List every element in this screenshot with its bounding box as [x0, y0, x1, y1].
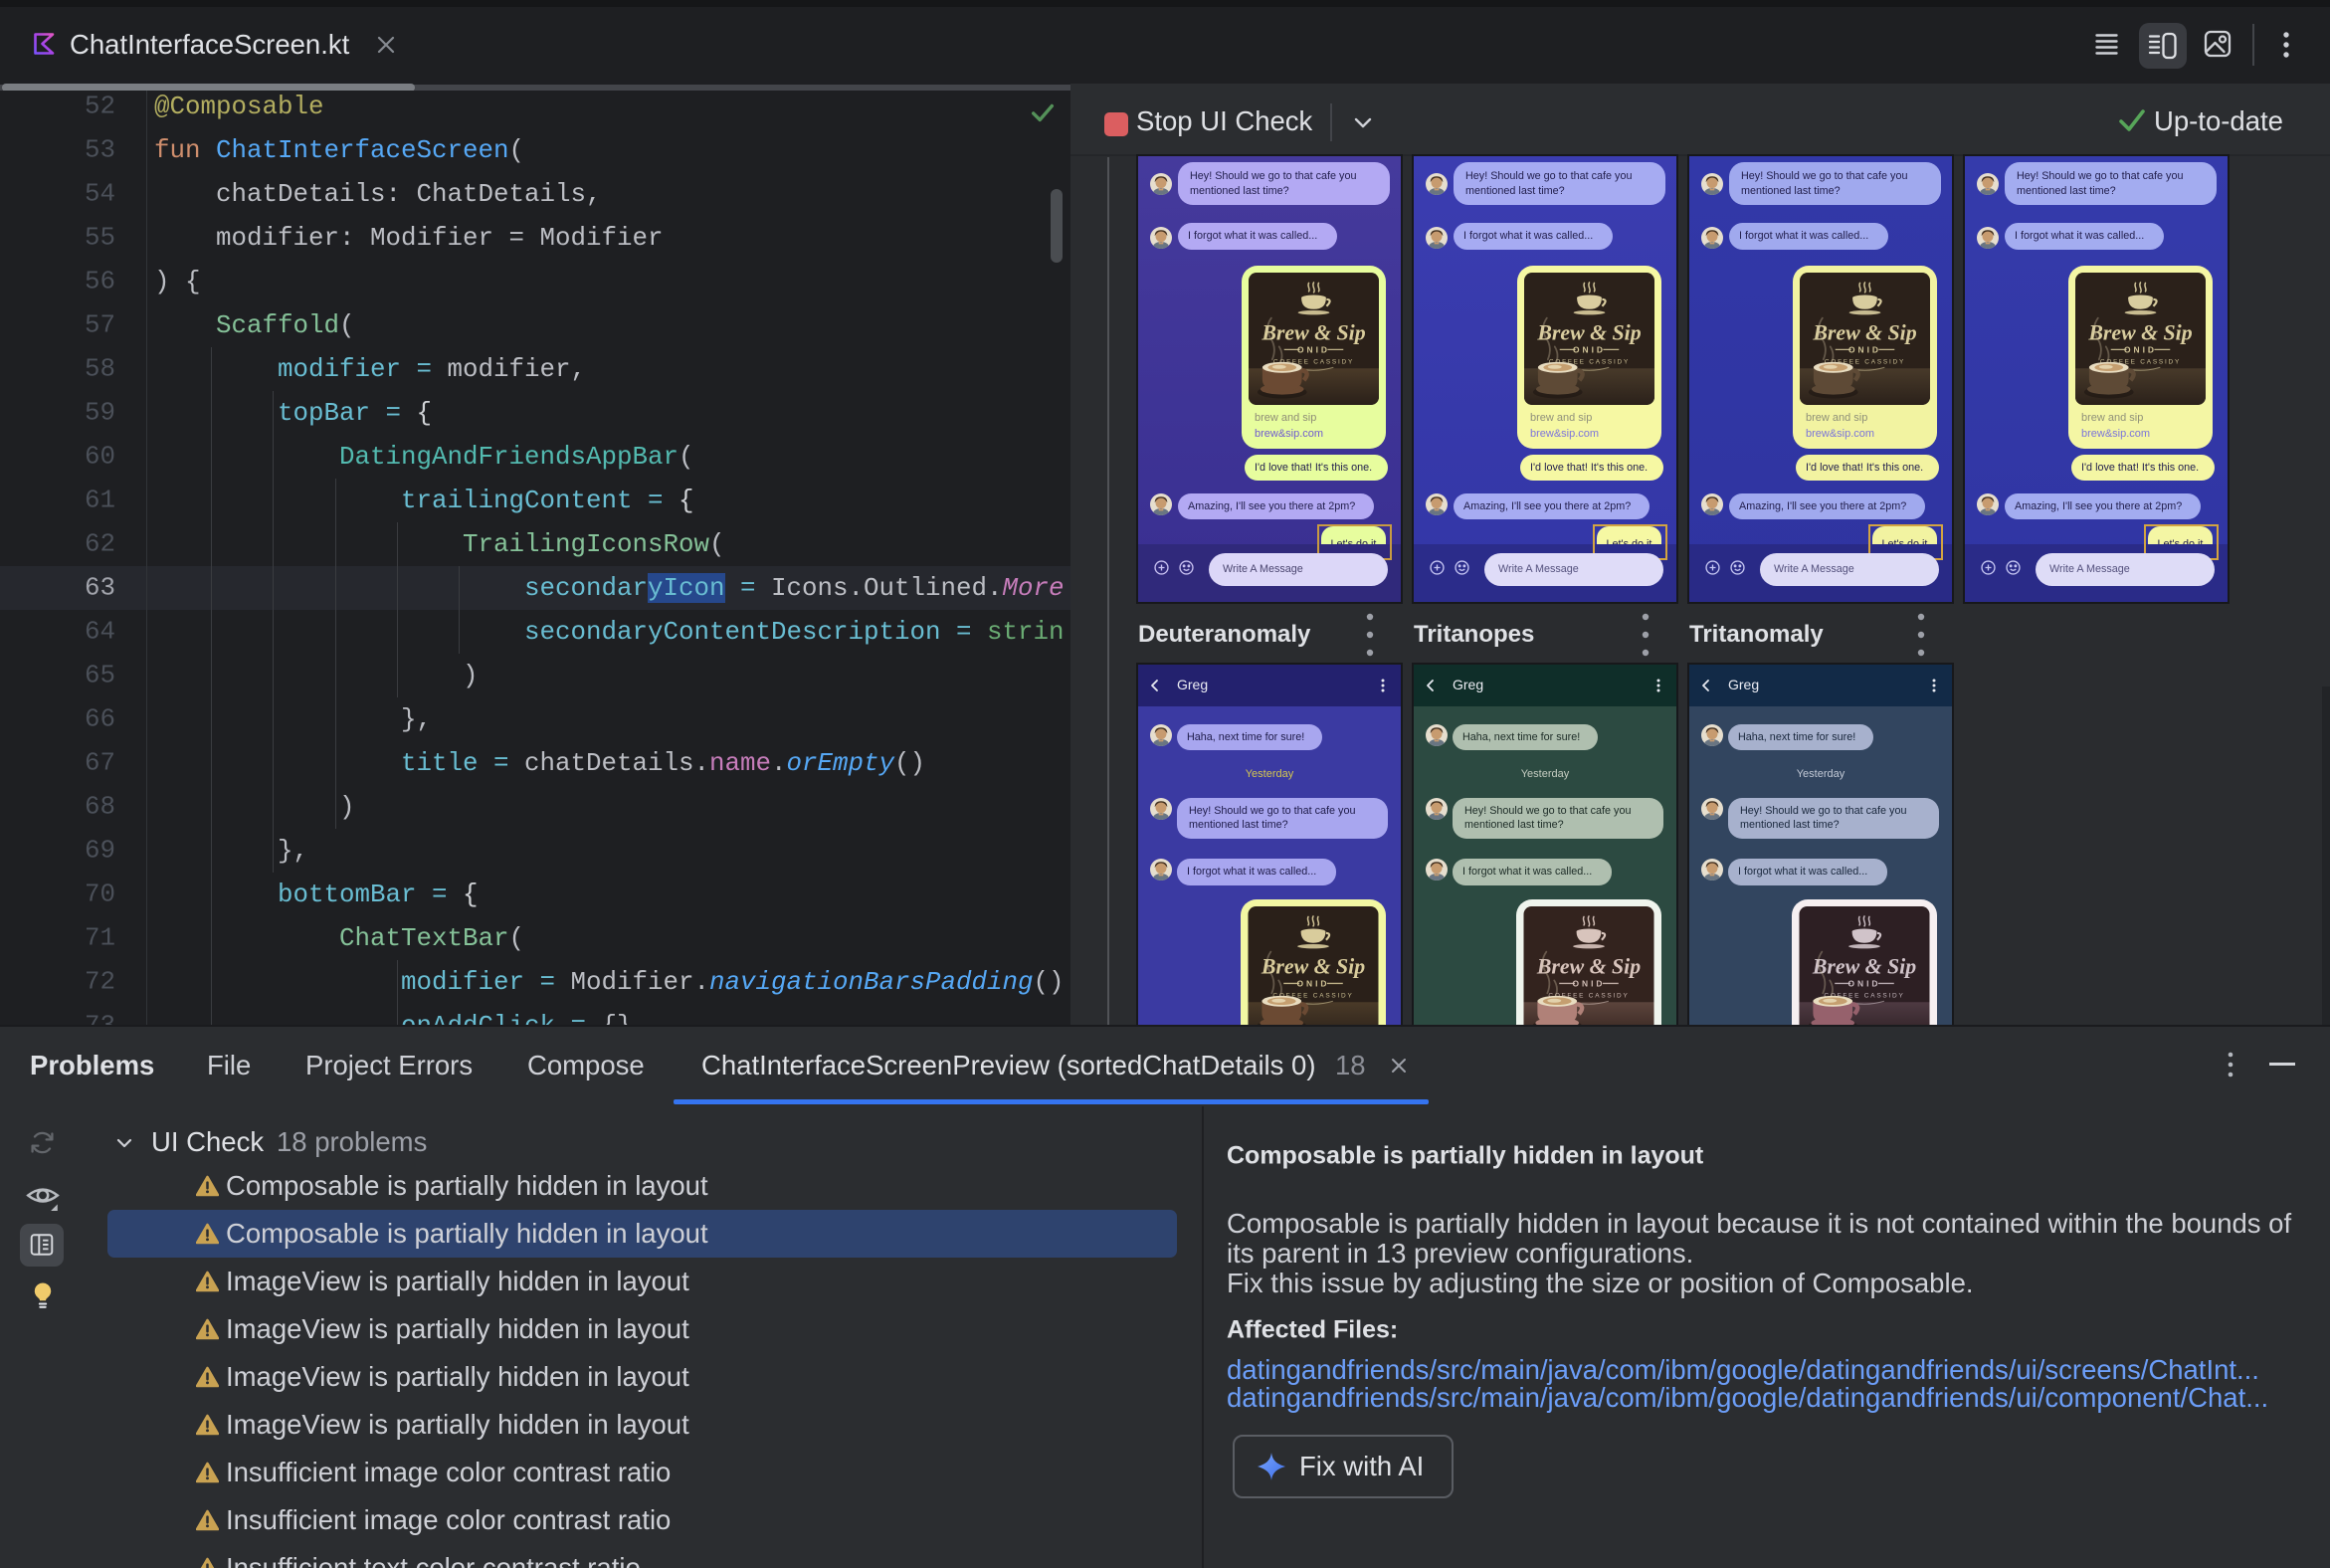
svg-text:ONID: ONID — [1848, 978, 1881, 988]
svg-text:ONID: ONID — [1573, 978, 1606, 988]
svg-text:ONID: ONID — [2124, 344, 2157, 354]
svg-text:Brew & Sip: Brew & Sip — [1261, 954, 1365, 978]
svg-text:ONID: ONID — [1848, 344, 1881, 354]
svg-text:ONID: ONID — [1573, 344, 1606, 354]
svg-text:Brew & Sip: Brew & Sip — [2087, 320, 2192, 344]
svg-text:ONID: ONID — [1297, 344, 1330, 354]
svg-text:ONID: ONID — [1297, 978, 1330, 988]
svg-text:Brew & Sip: Brew & Sip — [1812, 954, 1916, 978]
svg-text:Brew & Sip: Brew & Sip — [1812, 320, 1916, 344]
svg-text:Brew & Sip: Brew & Sip — [1536, 954, 1641, 978]
svg-text:Brew & Sip: Brew & Sip — [1536, 320, 1641, 344]
svg-text:Brew & Sip: Brew & Sip — [1261, 320, 1365, 344]
